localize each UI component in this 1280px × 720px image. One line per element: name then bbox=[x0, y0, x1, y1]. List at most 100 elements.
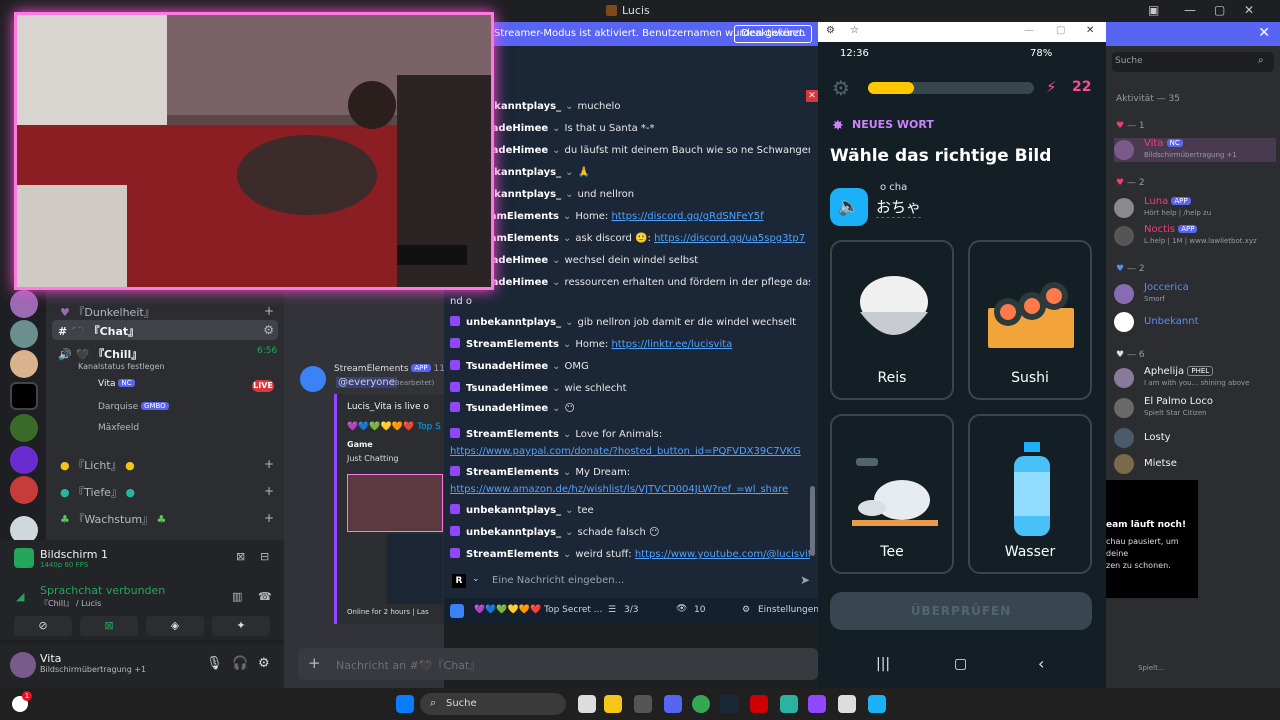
option-rice-card[interactable]: Reis bbox=[830, 240, 954, 400]
channel-wachstum[interactable]: ♣ 『Wachstum』 ♣ bbox=[60, 511, 166, 527]
everyone-mention[interactable]: @everyone bbox=[336, 377, 397, 388]
channel-tiefe[interactable]: ● 『Tiefe』 ● bbox=[60, 484, 135, 500]
stop-share-icon[interactable]: ⊠ bbox=[236, 550, 245, 563]
chevron-down-icon[interactable]: ⌄ bbox=[563, 339, 571, 350]
option-tea-card[interactable]: Tee bbox=[830, 414, 954, 574]
chat-username[interactable]: StreamElements bbox=[466, 467, 559, 478]
chat-link[interactable]: https://discord.gg/ua5spg3tp7 bbox=[654, 233, 805, 244]
check-button[interactable]: ÜBERPRÜFEN bbox=[830, 592, 1092, 630]
minimize-icon[interactable]: — bbox=[1184, 3, 1196, 17]
channel-settings-icon[interactable]: ⚙ bbox=[263, 323, 274, 337]
chevron-down-icon[interactable]: ⌄ bbox=[565, 101, 573, 112]
message-input[interactable]: Nachricht an #🖤『Chat』 bbox=[336, 657, 480, 673]
gear-icon[interactable]: ⚙ bbox=[258, 656, 270, 671]
minimize-icon[interactable]: — bbox=[1024, 25, 1034, 36]
chat-link[interactable]: https://www.youtube.com/@lucisvita bbox=[635, 549, 810, 560]
member-unbekannt[interactable]: Unbekannt bbox=[1114, 310, 1276, 334]
chevron-down-icon[interactable]: ⌄ bbox=[552, 145, 560, 156]
chevron-down-icon[interactable]: ⌄ bbox=[552, 361, 560, 372]
chat-username[interactable]: unbekanntplays_ bbox=[466, 505, 561, 516]
app-icon[interactable] bbox=[808, 695, 826, 713]
activity-button[interactable]: ◈ bbox=[146, 616, 204, 636]
chat-username[interactable]: TsunadeHimee bbox=[466, 383, 548, 394]
home-icon[interactable]: ▢ bbox=[954, 656, 967, 672]
chat-link[interactable]: https://discord.gg/gRdSNFeY5f bbox=[611, 211, 763, 222]
app-icon[interactable] bbox=[868, 695, 886, 713]
chevron-down-icon[interactable]: ⌄ bbox=[552, 123, 560, 134]
member-vita[interactable]: Vita NC Bildschirmübertragung +1 bbox=[1114, 138, 1276, 162]
chat-link[interactable]: https://www.amazon.de/hz/wishlist/ls/VJT… bbox=[450, 484, 788, 495]
chevron-down-icon[interactable]: ⌄ bbox=[552, 403, 560, 414]
add-channel-icon[interactable]: + bbox=[264, 304, 274, 318]
member-aphelija[interactable]: Aphelija PHEL I am with you... shining a… bbox=[1114, 366, 1276, 390]
task-view-icon[interactable] bbox=[578, 695, 596, 713]
chevron-down-icon[interactable]: ⌄ bbox=[552, 255, 560, 266]
app-icon[interactable] bbox=[750, 695, 768, 713]
chat-link[interactable]: https://linktr.ee/lucisvita bbox=[611, 339, 732, 350]
server-icon[interactable] bbox=[10, 320, 38, 348]
chat-username[interactable]: unbekanntplays_ bbox=[466, 317, 561, 328]
chat-username[interactable]: StreamElements bbox=[466, 429, 559, 440]
share-screen-button[interactable]: ⊠ bbox=[80, 616, 138, 636]
member-luna[interactable]: Luna APP Hört help | /help zu bbox=[1114, 196, 1276, 220]
close-banner-icon[interactable]: ✕ bbox=[1258, 25, 1270, 41]
send-icon[interactable]: ➤ bbox=[800, 573, 810, 587]
app-icon[interactable] bbox=[780, 695, 798, 713]
recent-apps-icon[interactable]: ||| bbox=[876, 656, 890, 672]
chevron-down-icon[interactable]: ⌄ bbox=[563, 233, 571, 244]
screen-icon[interactable]: ▣ bbox=[1148, 3, 1159, 17]
channel-licht[interactable]: ● 『Licht』 ● bbox=[60, 457, 135, 473]
maximize-icon[interactable]: ▢ bbox=[1056, 25, 1065, 36]
chrome-icon[interactable] bbox=[692, 695, 710, 713]
settings-label[interactable]: Einstellungen bbox=[758, 605, 819, 615]
chat-input[interactable]: Eine Nachricht eingeben... bbox=[492, 575, 624, 586]
server-icon[interactable] bbox=[10, 414, 38, 442]
settings-icon[interactable]: ⚙ bbox=[742, 605, 750, 615]
back-icon[interactable]: ‹ bbox=[1038, 654, 1044, 673]
speaker-icon[interactable]: 🔈 bbox=[830, 188, 868, 226]
voice-connected[interactable]: Sprachchat verbunden bbox=[40, 584, 165, 597]
embed-image[interactable] bbox=[387, 534, 443, 604]
kana-word[interactable]: おちゃ bbox=[876, 196, 922, 218]
server-icon[interactable] bbox=[10, 446, 38, 474]
channel-dunkelheit[interactable]: ♥ 『Dunkelheit』 bbox=[60, 304, 155, 320]
add-channel-icon[interactable]: + bbox=[264, 511, 274, 525]
steam-icon[interactable] bbox=[720, 695, 738, 713]
chevron-down-icon[interactable]: ⌄ bbox=[565, 505, 573, 516]
add-attachment-icon[interactable]: + bbox=[308, 654, 321, 672]
add-channel-icon[interactable]: + bbox=[264, 484, 274, 498]
r-icon[interactable]: R bbox=[452, 574, 466, 588]
option-water-card[interactable]: Wasser bbox=[968, 414, 1092, 574]
option-sushi-card[interactable]: Sushi bbox=[968, 240, 1092, 400]
server-icon[interactable] bbox=[10, 350, 38, 378]
chat-link[interactable]: https://www.paypal.com/donate/?hosted_bu… bbox=[450, 446, 801, 457]
chevron-down-icon[interactable]: ⌄ bbox=[563, 211, 571, 222]
server-icon[interactable] bbox=[10, 290, 38, 318]
voice-user-maexfeeld[interactable]: Mäxfeeld bbox=[98, 423, 139, 433]
chat-username[interactable]: unbekanntplays_ bbox=[466, 527, 561, 538]
chevron-down-icon[interactable]: ⌄ bbox=[552, 383, 560, 394]
chevron-down-icon[interactable]: ⌄ bbox=[565, 189, 573, 200]
message-input-bar[interactable]: + Nachricht an #🖤『Chat』 bbox=[298, 648, 818, 680]
disconnect-icon[interactable]: ☎ bbox=[258, 590, 272, 603]
member-joccerica[interactable]: Joccerica Smorf bbox=[1114, 282, 1276, 306]
member-losty[interactable]: Losty bbox=[1114, 426, 1276, 450]
gear-icon[interactable]: ⚙ bbox=[826, 25, 835, 36]
channel-chill[interactable]: 🔊 🖤 『Chill』 bbox=[58, 346, 142, 362]
discord-icon[interactable] bbox=[664, 695, 682, 713]
soundboard-button[interactable]: ✦ bbox=[212, 616, 270, 636]
avatar[interactable] bbox=[10, 652, 36, 678]
file-explorer-icon[interactable] bbox=[604, 695, 622, 713]
maximize-icon[interactable]: ▢ bbox=[1214, 3, 1225, 17]
member-mietse[interactable]: Mietse bbox=[1114, 452, 1276, 476]
pin-icon[interactable]: ☆ bbox=[850, 25, 859, 36]
chevron-down-icon[interactable]: ⌄ bbox=[565, 317, 573, 328]
member-noctis[interactable]: Noctis APP L.help | 1M | www.lawlietbot.… bbox=[1114, 224, 1276, 248]
close-icon[interactable]: ✕ bbox=[1086, 25, 1094, 36]
add-channel-icon[interactable]: + bbox=[264, 457, 274, 471]
chevron-down-icon[interactable]: ⌄ bbox=[472, 574, 480, 584]
notes-icon[interactable] bbox=[838, 695, 856, 713]
channel-status[interactable]: Kanalstatus festlegen bbox=[78, 362, 165, 371]
voice-user-darquise[interactable]: Darquise GMBO bbox=[98, 402, 169, 412]
chevron-down-icon[interactable]: ⌄ bbox=[563, 429, 571, 440]
